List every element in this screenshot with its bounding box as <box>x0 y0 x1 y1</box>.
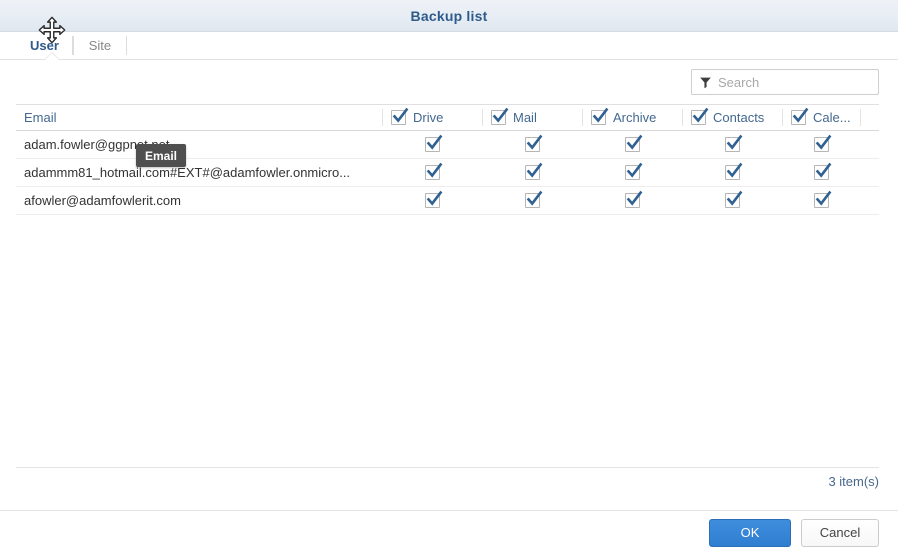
page-title: Backup list <box>410 7 488 24</box>
cell-contacts[interactable] <box>682 190 782 208</box>
cell-drive[interactable] <box>382 190 482 208</box>
column-header-contacts-label: Contacts <box>713 110 765 125</box>
cell-archive[interactable] <box>582 134 682 152</box>
column-header-archive-label: Archive <box>613 110 657 125</box>
cell-mail[interactable] <box>482 190 582 208</box>
footer-gap <box>0 494 898 510</box>
tab-strip: User Site <box>0 32 898 60</box>
active-tab-notch <box>45 53 59 60</box>
column-header-mail[interactable]: Mail <box>482 105 582 130</box>
row-mail-checkbox[interactable] <box>524 134 542 152</box>
row-calendar-checkbox[interactable] <box>813 162 831 180</box>
column-header-filler <box>860 105 879 130</box>
row-calendar-checkbox[interactable] <box>813 134 831 152</box>
table-body: adam.fowler@ggpnet.net adammm81_hotmail.… <box>16 131 879 467</box>
cell-drive[interactable] <box>382 162 482 180</box>
cancel-button[interactable]: Cancel <box>801 518 879 547</box>
backup-list-table: Email Drive Mail Archive Contacts Cale..… <box>16 104 879 467</box>
row-mail-checkbox[interactable] <box>524 190 542 208</box>
tab-site-label: Site <box>88 38 112 53</box>
column-header-contacts[interactable]: Contacts <box>682 105 782 130</box>
cell-mail[interactable] <box>482 162 582 180</box>
item-count-bar: 3 item(s) <box>16 467 879 494</box>
row-contacts-checkbox[interactable] <box>724 190 742 208</box>
cell-calendar[interactable] <box>782 162 860 180</box>
row-contacts-checkbox[interactable] <box>724 162 742 180</box>
column-header-drive[interactable]: Drive <box>382 105 482 130</box>
cell-archive[interactable] <box>582 190 682 208</box>
cell-email: adam.fowler@ggpnet.net <box>24 137 170 152</box>
cell-calendar[interactable] <box>782 134 860 152</box>
dialog-titlebar: Backup list <box>0 0 898 32</box>
cell-mail[interactable] <box>482 134 582 152</box>
table-row[interactable]: adam.fowler@ggpnet.net <box>16 131 879 159</box>
column-header-calendar-label: Cale... <box>813 110 851 125</box>
select-all-mail-checkbox[interactable] <box>491 107 509 125</box>
tab-user-label: User <box>30 38 59 53</box>
row-drive-checkbox[interactable] <box>424 134 442 152</box>
table-row[interactable]: afowler@adamfowlerit.com <box>16 187 879 215</box>
row-archive-checkbox[interactable] <box>624 134 642 152</box>
table-header-row: Email Drive Mail Archive Contacts Cale..… <box>16 104 879 131</box>
column-header-calendar[interactable]: Cale... <box>782 105 860 130</box>
dialog-footer: OK Cancel <box>0 510 898 554</box>
search-input[interactable] <box>718 70 872 94</box>
column-header-archive[interactable]: Archive <box>582 105 682 130</box>
column-header-drive-label: Drive <box>413 110 444 125</box>
cell-email: afowler@adamfowlerit.com <box>24 193 181 208</box>
select-all-calendar-checkbox[interactable] <box>791 107 809 125</box>
cell-contacts[interactable] <box>682 134 782 152</box>
select-all-drive-checkbox[interactable] <box>391 107 409 125</box>
toolbar <box>0 60 898 104</box>
column-header-email-label: Email <box>24 110 57 125</box>
row-archive-checkbox[interactable] <box>624 162 642 180</box>
row-drive-checkbox[interactable] <box>424 190 442 208</box>
row-drive-checkbox[interactable] <box>424 162 442 180</box>
cell-calendar[interactable] <box>782 190 860 208</box>
cell-drive[interactable] <box>382 134 482 152</box>
search-box[interactable] <box>691 69 879 95</box>
item-count-label: 3 item(s) <box>828 473 879 489</box>
backup-list-dialog: Backup list User Site Email <box>0 0 898 554</box>
tab-site[interactable]: Site <box>72 32 127 59</box>
column-header-mail-label: Mail <box>513 110 537 125</box>
cell-email: adammm81_hotmail.com#EXT#@adamfowler.onm… <box>24 165 351 180</box>
row-mail-checkbox[interactable] <box>524 162 542 180</box>
ok-button[interactable]: OK <box>709 518 791 547</box>
row-contacts-checkbox[interactable] <box>724 134 742 152</box>
row-calendar-checkbox[interactable] <box>813 190 831 208</box>
table-row[interactable]: adammm81_hotmail.com#EXT#@adamfowler.onm… <box>16 159 879 187</box>
select-all-contacts-checkbox[interactable] <box>691 107 709 125</box>
row-archive-checkbox[interactable] <box>624 190 642 208</box>
funnel-filter-icon <box>700 77 711 88</box>
select-all-archive-checkbox[interactable] <box>591 107 609 125</box>
cell-contacts[interactable] <box>682 162 782 180</box>
cell-archive[interactable] <box>582 162 682 180</box>
column-header-email[interactable]: Email <box>16 105 382 130</box>
